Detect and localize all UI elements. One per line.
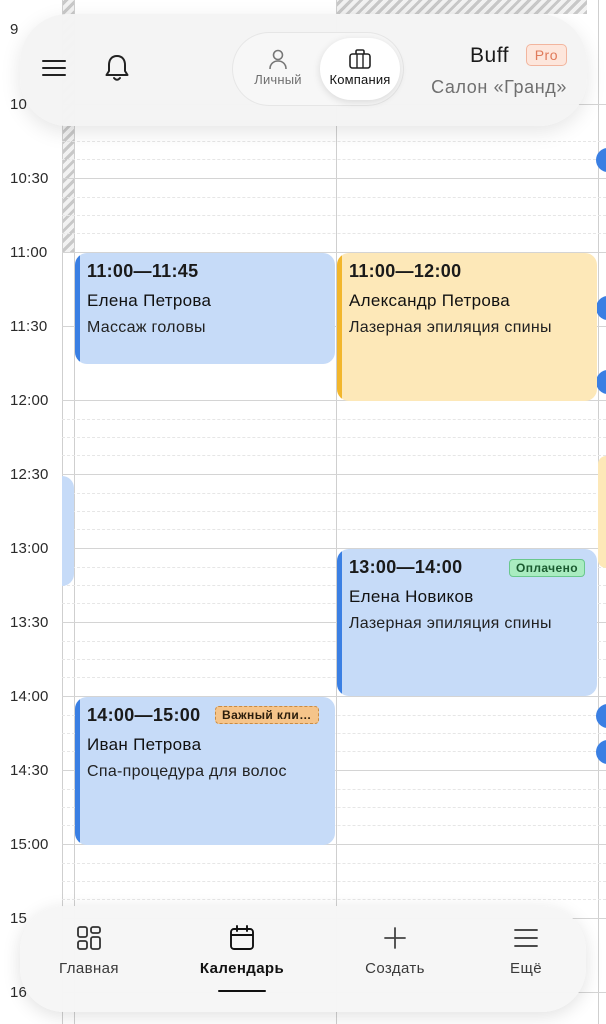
bell-icon: [105, 55, 129, 81]
notifications-button[interactable]: [102, 52, 132, 84]
nav-more[interactable]: Ещё: [461, 924, 591, 977]
mode-company-option[interactable]: Компания: [320, 38, 400, 100]
time-label: 14:30: [10, 762, 49, 779]
grid-quarter-line: [62, 233, 606, 234]
appointment-accent-bar: [337, 253, 342, 401]
calendar-app: 9 10 10:30 11:00 11:30 12:00 12:30 13:00…: [0, 0, 606, 1024]
appointment-card[interactable]: 13:00—14:00 Оплачено Елена Новиков Лазер…: [337, 549, 597, 696]
time-label: 12:00: [10, 392, 49, 409]
important-client-badge: Важный клиент: [215, 706, 319, 724]
appointment-service: Лазерная эпиляция спины: [349, 615, 552, 632]
appointment-card[interactable]: 14:00—15:00 Важный клиент Иван Петрова С…: [75, 697, 335, 845]
nav-calendar-label: Календарь: [199, 960, 285, 977]
person-icon: [269, 49, 287, 70]
grid-quarter-line: [62, 529, 606, 530]
offscreen-event-left[interactable]: [62, 476, 74, 586]
time-label: 10:30: [10, 170, 49, 187]
active-tab-indicator: [218, 990, 266, 992]
grid-line: [62, 178, 606, 179]
plus-icon: [384, 927, 406, 949]
nav-home[interactable]: Главная: [24, 924, 154, 977]
mode-company-label: Компания: [329, 72, 391, 87]
time-label: 13:00: [10, 540, 49, 557]
grid-quarter-line: [62, 511, 606, 512]
time-label: 12:30: [10, 466, 49, 483]
appointment-service: Лазерная эпиляция спины: [349, 319, 552, 336]
appointment-client: Александр Петрова: [349, 291, 510, 310]
appointment-client: Иван Петрова: [87, 735, 202, 754]
grid-icon: [77, 926, 101, 950]
grid-quarter-line: [62, 141, 606, 142]
grid-quarter-line: [62, 419, 606, 420]
top-header: Личный Компания Buff Pro Салон «Гранд»: [20, 14, 587, 126]
time-label: 11:00: [10, 244, 48, 261]
appointment-accent-bar: [337, 549, 342, 696]
briefcase-icon: [349, 49, 371, 69]
nav-create-label: Создать: [365, 960, 425, 977]
mode-personal-label: Личный: [254, 72, 302, 87]
mode-personal-option[interactable]: Личный: [238, 38, 318, 100]
unavailable-block: [337, 0, 587, 14]
nav-calendar[interactable]: Календарь: [177, 924, 307, 977]
mode-toggle[interactable]: Личный Компания: [232, 32, 404, 106]
grid-quarter-line: [62, 899, 606, 900]
appointment-client: Елена Новиков: [349, 587, 474, 606]
column-divider: [336, 0, 337, 1024]
grid-quarter-line: [62, 455, 606, 456]
appointment-client: Елена Петрова: [87, 291, 212, 310]
time-label: 13:30: [10, 614, 49, 631]
nav-home-label: Главная: [59, 960, 119, 977]
offscreen-event-right[interactable]: [598, 456, 606, 568]
time-label: 11:30: [10, 318, 48, 335]
nav-more-label: Ещё: [510, 960, 542, 977]
bottom-navigation: Главная Календарь Создать Ещё: [20, 906, 586, 1012]
appointment-service: Массаж головы: [87, 319, 206, 336]
appointment-time: 11:00—12:00: [349, 261, 462, 281]
appointment-service: Спа-процедура для волос: [87, 763, 287, 780]
time-label: 15:00: [10, 836, 49, 853]
salon-selector[interactable]: Салон «Гранд»: [431, 77, 567, 98]
time-label: 14:00: [10, 688, 49, 705]
time-axis: 9 10 10:30 11:00 11:30 12:00 12:30 13:00…: [0, 0, 62, 1024]
grid-quarter-line: [62, 197, 606, 198]
appointment-card[interactable]: 11:00—12:00 Александр Петрова Лазерная э…: [337, 253, 597, 401]
grid-quarter-line: [62, 881, 606, 882]
hamburger-icon: [42, 60, 66, 76]
appointment-accent-bar: [75, 253, 80, 364]
calendar-grid[interactable]: 9 10 10:30 11:00 11:30 12:00 12:30 13:00…: [0, 0, 606, 1024]
appointment-accent-bar: [75, 697, 80, 845]
grid-quarter-line: [62, 437, 606, 438]
column-divider: [74, 0, 75, 1024]
pro-badge: Pro: [525, 44, 567, 66]
calendar-icon: [230, 925, 254, 950]
grid-quarter-line: [62, 215, 606, 216]
nav-create[interactable]: Создать: [330, 924, 460, 977]
grid-quarter-line: [62, 863, 606, 864]
user-name[interactable]: Buff: [470, 44, 509, 68]
grid-quarter-line: [62, 159, 606, 160]
grid-quarter-line: [62, 493, 606, 494]
appointment-card[interactable]: 11:00—11:45 Елена Петрова Массаж головы: [75, 253, 335, 364]
menu-icon: [514, 929, 538, 947]
menu-button[interactable]: [40, 54, 68, 82]
grid-line: [62, 474, 606, 475]
appointment-time: 11:00—11:45: [87, 261, 199, 281]
paid-badge: Оплачено: [509, 559, 585, 577]
